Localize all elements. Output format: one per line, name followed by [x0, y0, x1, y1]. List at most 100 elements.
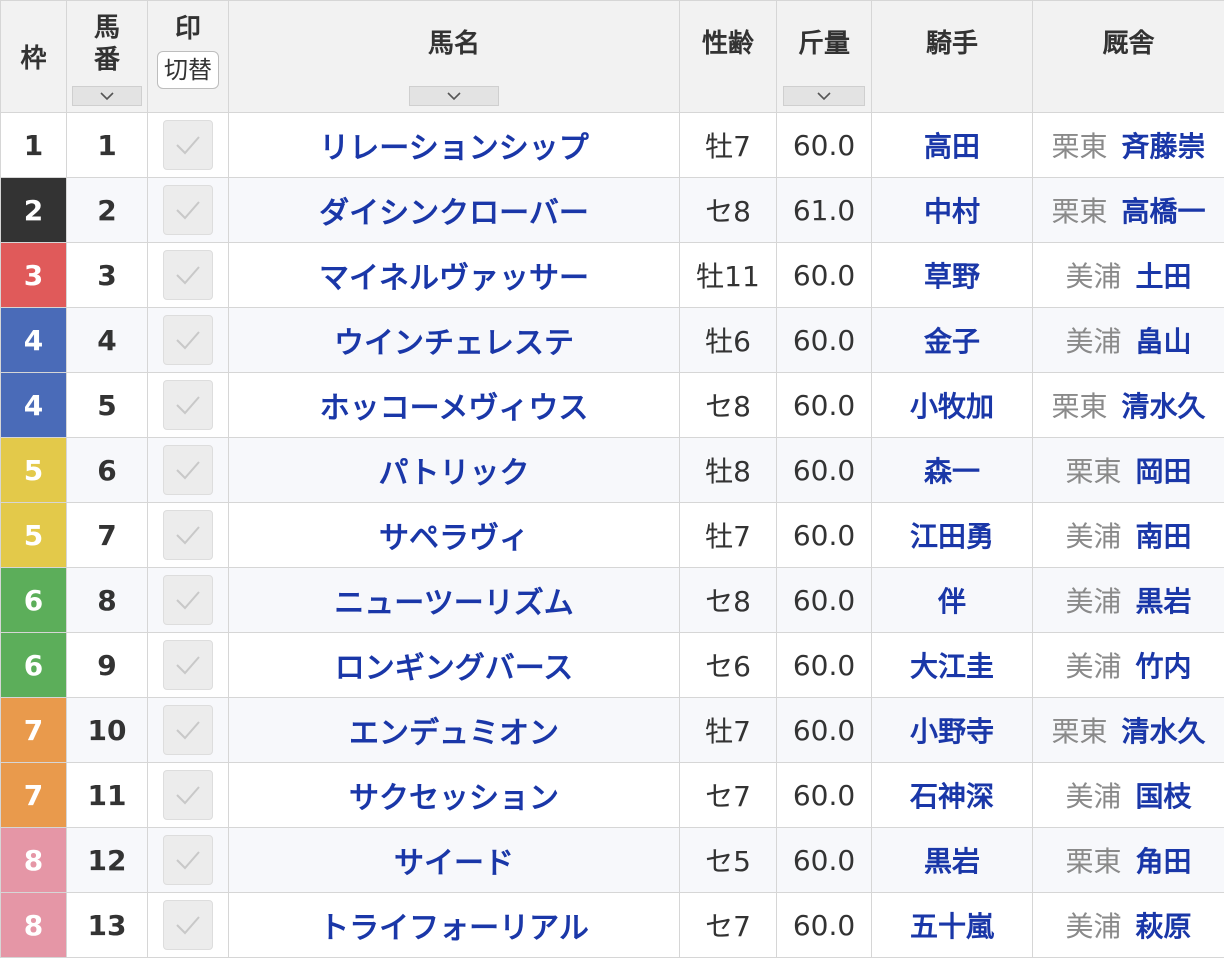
mark-checkbox[interactable] — [163, 250, 213, 300]
jockey-link[interactable]: 金子 — [924, 325, 980, 358]
jockey-link[interactable]: 大江圭 — [910, 650, 994, 683]
horse-name-link[interactable]: ニューツーリズム — [334, 586, 573, 621]
chevron-down-icon — [817, 92, 831, 101]
weight-cell: 60.0 — [776, 632, 872, 698]
mark-toggle-button[interactable]: 切替 — [157, 50, 219, 90]
horse-name-cell: ダイシンクローバー — [228, 177, 680, 243]
table-row: 7 11 サクセッション セ7 60.0 石神深 美浦 国枝 — [0, 762, 1224, 828]
check-icon — [176, 461, 200, 480]
jockey-link[interactable]: 高田 — [924, 130, 980, 163]
jockey-link[interactable]: 五十嵐 — [910, 910, 994, 943]
mark-checkbox[interactable] — [163, 835, 213, 885]
horse-name-cell: トライフォーリアル — [228, 892, 680, 958]
horse-name-link[interactable]: サペラヴィ — [379, 521, 529, 556]
stable-region: 栗東 — [1065, 455, 1122, 488]
table-row: 7 10 エンデュミオン 牡7 60.0 小野寺 栗東 清水久 — [0, 697, 1224, 763]
jockey-link[interactable]: 伴 — [938, 585, 966, 618]
stable-cell: 美浦 国枝 — [1032, 762, 1224, 828]
trainer-link[interactable]: 土田 — [1136, 260, 1192, 293]
umaban-header[interactable]: 馬 番 — [66, 0, 148, 113]
check-icon — [176, 331, 200, 350]
jockey-cell: 五十嵐 — [871, 892, 1033, 958]
trainer-link[interactable]: 斉藤崇 — [1122, 130, 1206, 163]
mark-cell — [147, 112, 229, 178]
trainer-link[interactable]: 高橋一 — [1122, 195, 1206, 228]
sexage-cell: 牡11 — [679, 242, 777, 308]
entry-rows: 1 1 リレーションシップ 牡7 60.0 高田 栗東 斉藤崇 2 2 ダイシン… — [0, 112, 1224, 958]
horse-name-header[interactable]: 馬名 — [228, 0, 680, 113]
chevron-down-icon — [447, 92, 461, 101]
trainer-link[interactable]: 竹内 — [1136, 650, 1192, 683]
mark-checkbox[interactable] — [163, 705, 213, 755]
trainer-link[interactable]: 畠山 — [1136, 325, 1192, 358]
chevron-down-icon — [100, 92, 114, 101]
umaban-cell: 11 — [66, 762, 148, 828]
mark-checkbox[interactable] — [163, 640, 213, 690]
horse-name-link[interactable]: ホッコーメヴィウス — [320, 391, 589, 426]
horse-name-link[interactable]: パトリック — [379, 456, 530, 491]
mark-checkbox[interactable] — [163, 510, 213, 560]
mark-checkbox[interactable] — [163, 445, 213, 495]
table-row: 1 1 リレーションシップ 牡7 60.0 高田 栗東 斉藤崇 — [0, 112, 1224, 178]
stable-region: 美浦 — [1065, 585, 1122, 618]
weight-header[interactable]: 斤量 — [776, 0, 872, 113]
jockey-link[interactable]: 黒岩 — [924, 845, 980, 878]
horse-name-link[interactable]: ロンギングバース — [335, 651, 574, 686]
trainer-link[interactable]: 岡田 — [1136, 455, 1192, 488]
jockey-link[interactable]: 石神深 — [910, 780, 994, 813]
horse-name-sort-button[interactable] — [409, 86, 499, 106]
stable-cell: 栗東 角田 — [1032, 827, 1224, 893]
horse-name-link[interactable]: ダイシンクローバー — [319, 196, 589, 231]
jockey-link[interactable]: 中村 — [924, 195, 980, 228]
horse-name-cell: パトリック — [228, 437, 680, 503]
trainer-link[interactable]: 国枝 — [1136, 780, 1192, 813]
umaban-cell: 9 — [66, 632, 148, 698]
jockey-link[interactable]: 草野 — [924, 260, 980, 293]
jockey-cell: 高田 — [871, 112, 1033, 178]
mark-checkbox[interactable] — [163, 120, 213, 170]
trainer-link[interactable]: 清水久 — [1122, 390, 1206, 423]
jockey-cell: 森一 — [871, 437, 1033, 503]
stable-cell: 栗東 岡田 — [1032, 437, 1224, 503]
stable-cell: 栗東 高橋一 — [1032, 177, 1224, 243]
check-icon — [176, 526, 200, 545]
weight-cell: 60.0 — [776, 892, 872, 958]
horse-name-link[interactable]: サイード — [394, 846, 514, 881]
mark-checkbox[interactable] — [163, 315, 213, 365]
umaban-cell: 13 — [66, 892, 148, 958]
horse-name-link[interactable]: ウインチェレステ — [334, 326, 574, 361]
waku-cell: 6 — [0, 632, 67, 698]
trainer-link[interactable]: 南田 — [1136, 520, 1192, 553]
mark-checkbox[interactable] — [163, 900, 213, 950]
stable-region: 美浦 — [1065, 325, 1122, 358]
horse-name-link[interactable]: エンデュミオン — [349, 716, 559, 751]
stable-region: 栗東 — [1051, 195, 1108, 228]
mark-checkbox[interactable] — [163, 380, 213, 430]
horse-name-header-label: 馬名 — [427, 28, 480, 59]
horse-name-link[interactable]: サクセッション — [349, 781, 559, 816]
trainer-link[interactable]: 黒岩 — [1136, 585, 1192, 618]
sexage-cell: セ7 — [679, 892, 777, 958]
weight-cell: 60.0 — [776, 242, 872, 308]
trainer-link[interactable]: 角田 — [1136, 845, 1192, 878]
umaban-sort-button[interactable] — [72, 86, 142, 106]
jockey-link[interactable]: 森一 — [924, 455, 980, 488]
jockey-link[interactable]: 江田勇 — [910, 520, 994, 553]
check-icon — [176, 201, 200, 220]
weight-sort-button[interactable] — [783, 86, 865, 106]
mark-checkbox[interactable] — [163, 770, 213, 820]
waku-header: 枠 — [0, 0, 67, 113]
jockey-link[interactable]: 小野寺 — [910, 715, 994, 748]
mark-header: 印 切替 — [147, 0, 229, 113]
horse-name-link[interactable]: リレーションシップ — [319, 131, 588, 166]
mark-cell — [147, 632, 229, 698]
stable-cell: 美浦 萩原 — [1032, 892, 1224, 958]
mark-checkbox[interactable] — [163, 575, 213, 625]
mark-checkbox[interactable] — [163, 185, 213, 235]
jockey-link[interactable]: 小牧加 — [910, 390, 994, 423]
trainer-link[interactable]: 萩原 — [1136, 910, 1192, 943]
trainer-link[interactable]: 清水久 — [1122, 715, 1206, 748]
weight-cell: 60.0 — [776, 567, 872, 633]
horse-name-link[interactable]: トライフォーリアル — [319, 911, 589, 946]
horse-name-link[interactable]: マイネルヴァッサー — [319, 261, 589, 296]
